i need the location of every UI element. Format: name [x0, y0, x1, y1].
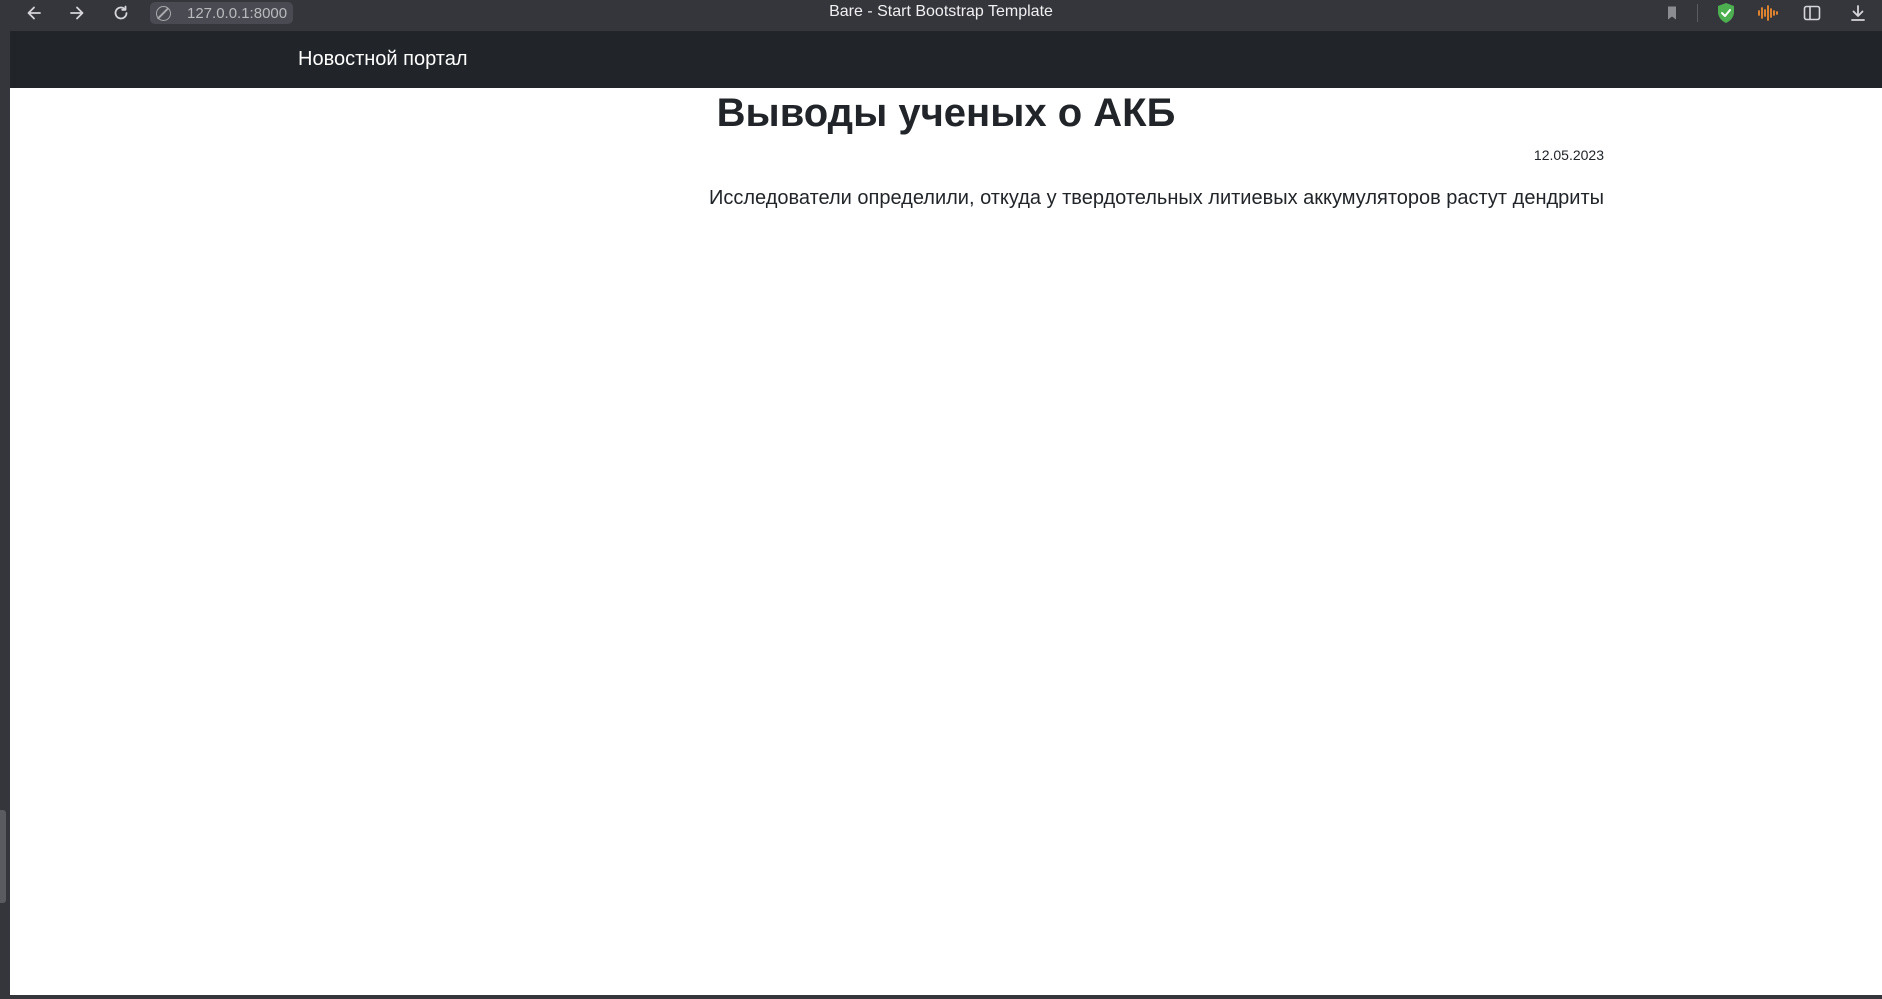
post-text: Исследователи определили, откуда у тверд…: [709, 187, 1604, 209]
download-button[interactable]: [1846, 3, 1870, 27]
bookmark-icon: [1665, 5, 1679, 26]
browser-toolbar: 127.0.0.1:8000 Bare - Start Bootstrap Te…: [0, 0, 1882, 31]
page-scrollbar-handle[interactable]: [0, 810, 6, 903]
sidebar-icon: [1803, 4, 1821, 27]
audio-wave-icon: [1757, 4, 1779, 26]
window-title: Bare - Start Bootstrap Template: [829, 3, 1053, 20]
window-bottom-border: [0, 995, 1882, 999]
download-icon: [1849, 4, 1867, 27]
page-viewport: Новостной портал Выводы ученых о АКБ 12.…: [10, 31, 1882, 995]
navbar-brand-link[interactable]: Новостной портал: [298, 48, 468, 71]
post-title: Выводы ученых о АКБ: [716, 91, 1176, 135]
sidebar-button[interactable]: [1800, 3, 1824, 27]
shield-extension-button[interactable]: [1714, 2, 1738, 29]
bookmark-button[interactable]: [1660, 3, 1684, 27]
post-date: 12.05.2023: [1533, 147, 1604, 163]
toolbar-separator: [1697, 4, 1698, 22]
shield-check-icon: [1716, 2, 1736, 29]
audio-extension-button[interactable]: [1756, 3, 1780, 27]
navbar: Новостной портал: [10, 31, 1882, 88]
